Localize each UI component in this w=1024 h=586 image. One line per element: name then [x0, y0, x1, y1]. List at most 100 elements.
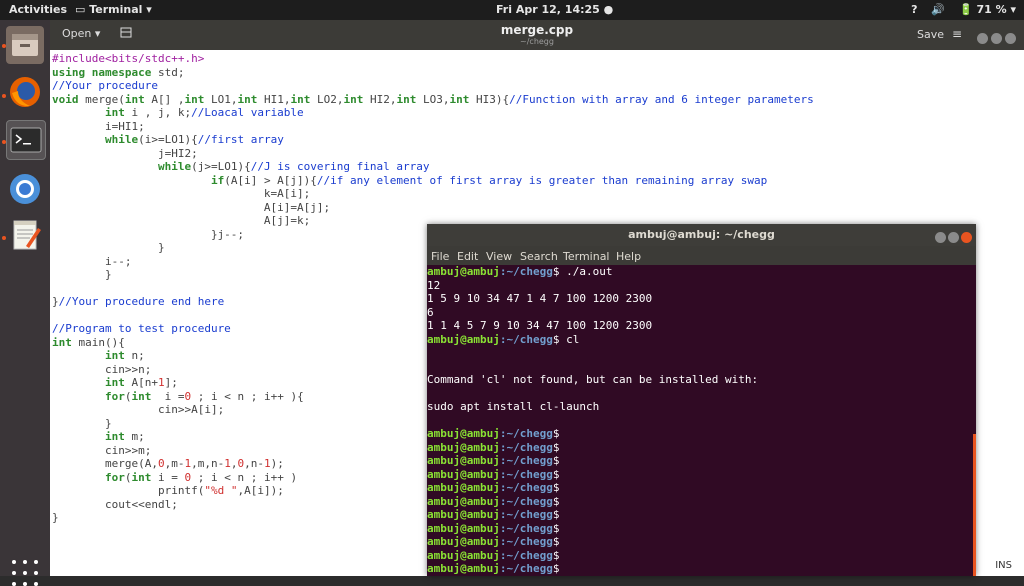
code-token: HI1, [257, 92, 291, 106]
code-line[interactable]: int A[n+1]; [52, 376, 178, 389]
minimize-icon[interactable] [935, 232, 946, 243]
code-line[interactable]: int i , j, k;//Loacal variable [52, 106, 304, 119]
code-token: //J is covering final array [250, 160, 430, 173]
code-line[interactable]: void merge(int A[] ,int LO1,int HI1,int … [52, 93, 814, 106]
terminal-line: 1 1 4 5 7 9 10 34 47 100 1200 2300 [427, 319, 652, 332]
code-line[interactable]: int m; [52, 430, 145, 443]
terminal-output[interactable]: ambuj@ambuj:~/chegg$ ./a.out 12 1 5 9 10… [427, 265, 976, 576]
terminal-line: sudo apt install cl-launch [427, 400, 599, 413]
terminal-line: ambuj@ambuj:~/chegg$ [427, 522, 559, 535]
code-token: cin>>n; [52, 362, 152, 376]
clock[interactable]: Fri Apr 12, 14:25 ● [496, 3, 613, 16]
code-token: merge(A, [52, 457, 158, 470]
code-line[interactable]: }j--; [52, 228, 244, 241]
code-token: ]; [164, 376, 178, 389]
code-token: int [104, 106, 125, 119]
files-icon[interactable] [6, 26, 44, 64]
activities-button[interactable]: Activities [9, 3, 67, 16]
code-line[interactable]: }//Your procedure end here [52, 295, 224, 308]
prompt-symbol: $ [552, 508, 560, 521]
code-token: #include<bits/stdc++.h> [52, 52, 205, 65]
terminal-titlebar[interactable]: ambuj@ambuj: ~/chegg [427, 224, 976, 246]
prompt-dir: :~/chegg [499, 454, 553, 467]
menu-help[interactable]: Help [616, 250, 641, 263]
show-applications-icon[interactable] [12, 560, 38, 586]
prompt-user: ambuj@ambuj [427, 265, 500, 278]
code-line[interactable]: } [52, 268, 112, 281]
code-line[interactable]: int n; [52, 349, 145, 362]
prompt-symbol: $ [552, 521, 560, 535]
code-line[interactable]: k=A[i]; [52, 187, 310, 200]
code-line[interactable]: A[j]=k; [52, 214, 310, 227]
code-line[interactable]: } [52, 417, 112, 430]
menu-view[interactable]: View [486, 250, 512, 263]
code-token: k=A[i]; [52, 187, 311, 200]
code-line[interactable]: for(int i = 0 ; i < n ; i++ ) [52, 471, 297, 484]
terminal-line: ambuj@ambuj:~/chegg$ [427, 468, 559, 481]
code-token: cout<<endl; [52, 497, 178, 511]
code-token: ; i < n ; i++ ){ [191, 389, 304, 403]
code-line[interactable]: A[i]=A[j]; [52, 201, 330, 214]
code-line[interactable]: while(i>=LO1){//first array [52, 133, 284, 146]
save-button[interactable]: Save [917, 28, 944, 41]
prompt-user: ambuj@ambuj [427, 508, 500, 521]
menu-search[interactable]: Search [520, 250, 558, 263]
terminal-window[interactable]: ambuj@ambuj: ~/chegg File Edit View Sear… [427, 224, 976, 576]
menu-icon[interactable]: ≡ [952, 27, 962, 41]
prompt-dir: :~/chegg [499, 481, 553, 494]
firefox-icon[interactable] [6, 73, 44, 111]
code-line[interactable]: if(A[i] > A[j]){//if any element of firs… [52, 174, 767, 187]
prompt-symbol: $ [552, 562, 560, 575]
code-line[interactable]: using namespace std; [52, 66, 184, 79]
terminal-line-text: ./a.out [559, 265, 613, 278]
code-line[interactable]: for(int i =0 ; i < n ; i++ ){ [52, 390, 304, 403]
text-editor-icon[interactable] [6, 216, 44, 254]
code-line[interactable]: cin>>n; [52, 363, 151, 376]
code-token: m; [124, 430, 145, 443]
code-token: void [52, 92, 79, 106]
close-icon[interactable] [1005, 33, 1016, 44]
system-menu[interactable]: ? 🔊 🔋 71 % ▾ [901, 3, 1016, 16]
code-line[interactable]: int main(){ [52, 336, 125, 349]
code-line[interactable]: cin>>A[i]; [52, 403, 224, 416]
code-token: i--; [52, 254, 132, 268]
code-line[interactable]: cout<<endl; [52, 498, 178, 511]
code-line[interactable]: printf("%d ",A[i]); [52, 484, 284, 497]
code-token: ,m,n- [191, 457, 225, 470]
maximize-icon[interactable] [991, 33, 1002, 44]
close-icon[interactable] [961, 232, 972, 243]
code-line[interactable]: } [52, 511, 59, 524]
app-menu[interactable]: ▭ Terminal ▾ [75, 3, 152, 16]
code-line[interactable]: merge(A,0,m-1,m,n-1,0,n-1); [52, 457, 284, 470]
code-line[interactable]: j=HI2; [52, 147, 198, 160]
code-token: while [157, 160, 192, 173]
code-token: int [343, 92, 364, 106]
prompt-dir: :~/chegg [499, 521, 553, 535]
menu-terminal[interactable]: Terminal [563, 250, 610, 263]
terminal-line-text: Command 'cl' not found, but can be insta… [427, 373, 759, 386]
code-line[interactable]: //Program to test procedure [52, 322, 231, 335]
prompt-user: ambuj@ambuj [427, 454, 500, 467]
minimize-icon[interactable] [977, 33, 988, 44]
terminal-line: ambuj@ambuj:~/chegg$ ./a.out [427, 265, 612, 278]
terminal-scrollbar[interactable] [973, 434, 976, 576]
terminal-line: Command 'cl' not found, but can be insta… [427, 373, 758, 386]
code-token: } [52, 416, 112, 430]
chromium-icon[interactable] [6, 170, 44, 208]
code-token: merge( [78, 92, 125, 106]
menu-edit[interactable]: Edit [457, 250, 478, 263]
code-line[interactable]: cin>>m; [52, 444, 151, 457]
terminal-title: ambuj@ambuj: ~/chegg [628, 228, 775, 241]
code-line[interactable]: } [52, 241, 165, 254]
terminal-line: 1 5 9 10 34 47 1 4 7 100 1200 2300 [427, 292, 652, 305]
maximize-icon[interactable] [948, 232, 959, 243]
code-line[interactable]: #include<bits/stdc++.h> [52, 52, 204, 65]
terminal-text[interactable]: ambuj@ambuj:~/chegg$ ./a.out 12 1 5 9 10… [427, 265, 976, 576]
code-line[interactable]: while(j>=LO1){//J is covering final arra… [52, 160, 430, 173]
terminal-icon[interactable] [6, 120, 46, 160]
menu-file[interactable]: File [431, 250, 449, 263]
code-line[interactable]: i--; [52, 254, 132, 268]
code-line[interactable]: i=HI1; [52, 120, 145, 133]
code-line[interactable]: //Your procedure [52, 79, 158, 92]
code-token: int [52, 335, 72, 349]
